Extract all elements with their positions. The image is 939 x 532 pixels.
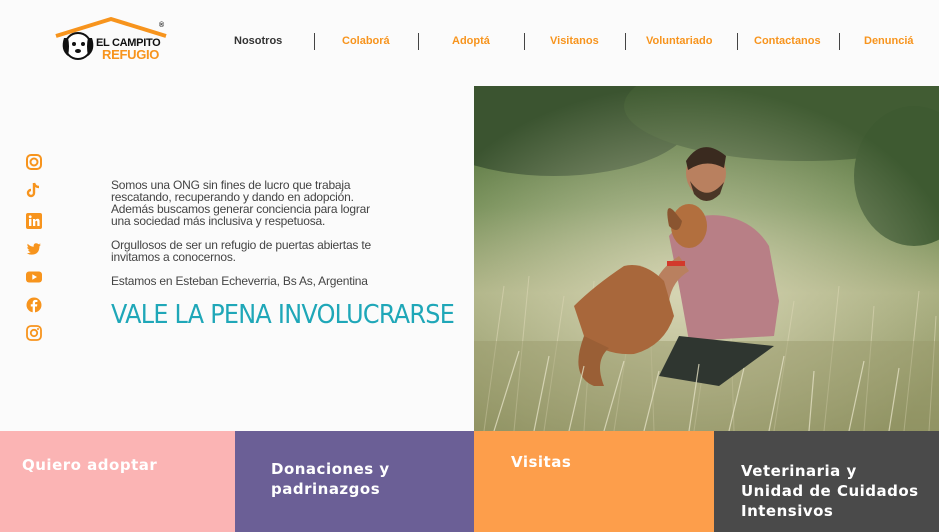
camera-icon[interactable] xyxy=(26,154,42,170)
nav-item-nosotros[interactable]: Nosotros xyxy=(234,33,282,49)
tagline: VALE LA PENA INVOLUCRARSE xyxy=(111,300,455,330)
tile-label: Veterinaria y Unidad de Cuidados Intensi… xyxy=(741,462,919,520)
nav-item-colabora[interactable]: Colaborá xyxy=(342,33,390,49)
hero-photo xyxy=(474,86,939,431)
nav-item-contactanos[interactable]: Contactanos xyxy=(754,33,821,49)
nav-separator xyxy=(418,33,419,50)
facebook-icon[interactable] xyxy=(26,297,42,313)
tile-donaciones[interactable]: Donaciones y padrinazgos xyxy=(235,431,474,532)
nav-item-adopta[interactable]: Adoptá xyxy=(452,33,490,49)
nav-item-voluntariado[interactable]: Voluntariado xyxy=(646,33,712,49)
nav-separator xyxy=(839,33,840,50)
nav-separator xyxy=(737,33,738,50)
logo-line2: REFUGIO xyxy=(102,47,160,62)
nav-separator xyxy=(524,33,525,50)
logo[interactable]: EL CAMPITO REFUGIO ® xyxy=(54,16,170,66)
tile-label: Donaciones y padrinazgos xyxy=(271,460,390,498)
instagram-icon[interactable] xyxy=(26,325,42,341)
tile-veterinaria[interactable]: Veterinaria y Unidad de Cuidados Intensi… xyxy=(714,431,939,532)
nav-item-denuncia[interactable]: Denunciá xyxy=(864,33,914,49)
tile-label: Quiero adoptar xyxy=(22,456,158,474)
youtube-icon[interactable] xyxy=(26,269,42,285)
twitter-icon[interactable] xyxy=(26,241,42,257)
tile-visitas[interactable]: Visitas xyxy=(474,431,714,532)
intro-paragraph-2: Orgullosos de ser un refugio de puertas … xyxy=(111,238,371,264)
intro-paragraph-1: Somos una ONG sin fines de lucro que tra… xyxy=(111,178,370,228)
nav-separator xyxy=(625,33,626,50)
tiktok-icon[interactable] xyxy=(26,182,42,198)
nav-item-visitanos[interactable]: Visitanos xyxy=(550,33,599,49)
logo-registered: ® xyxy=(159,22,165,29)
nav-separator xyxy=(314,33,315,50)
tile-quiero-adoptar[interactable]: Quiero adoptar xyxy=(0,431,235,532)
intro-text: Somos una ONG sin fines de lucro que tra… xyxy=(111,179,391,287)
intro-location: Estamos en Esteban Echeverria, Bs As, Ar… xyxy=(111,274,368,288)
linkedin-icon[interactable] xyxy=(26,213,42,229)
tile-label: Visitas xyxy=(511,453,572,471)
